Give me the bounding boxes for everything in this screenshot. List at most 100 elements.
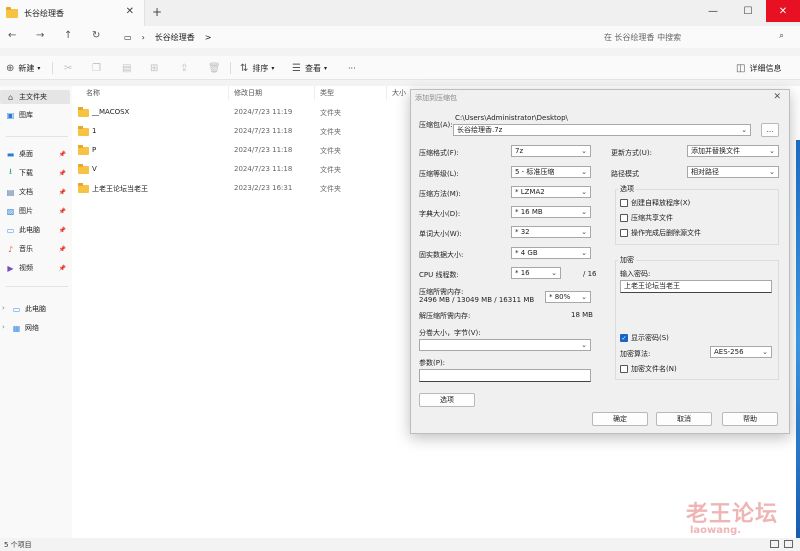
- sidebar-item-network[interactable]: ▦ 网络: [12, 321, 76, 335]
- search-box[interactable]: 在 长谷绘理香 中搜索 ⌕: [598, 29, 790, 46]
- column-header-size[interactable]: 大小: [392, 88, 406, 98]
- forward-arrow-icon[interactable]: →: [36, 30, 44, 41]
- expand-chevron-icon[interactable]: ›: [2, 304, 5, 312]
- file-row[interactable]: V 2024/7/23 11:18 文件夹: [76, 161, 406, 179]
- encrypt-filenames-checkbox[interactable]: 加密文件名(N): [620, 364, 677, 374]
- sidebar-item-home[interactable]: ⌂ 主文件夹: [0, 90, 70, 104]
- pin-icon[interactable]: 📌: [59, 208, 66, 215]
- archive-name-combo[interactable]: 长谷绘理香.7z ⌄: [453, 124, 751, 136]
- share-button[interactable]: ⇪: [180, 60, 192, 76]
- sidebar-item-downloads[interactable]: ⭳ 下载 📌: [6, 166, 70, 180]
- pin-icon[interactable]: 📌: [59, 227, 66, 234]
- column-header-name[interactable]: 名称: [86, 88, 100, 98]
- help-button[interactable]: 帮助: [722, 412, 778, 426]
- word-size-select[interactable]: * 32 ⌄: [511, 226, 591, 238]
- back-arrow-icon[interactable]: ←: [8, 30, 16, 41]
- close-icon[interactable]: ✕: [773, 92, 781, 102]
- address-bar[interactable]: ▭ › 长谷绘理香 >: [116, 29, 594, 46]
- pin-icon[interactable]: 📌: [59, 170, 66, 177]
- sidebar-item-music[interactable]: ♪ 音乐 📌: [6, 242, 70, 256]
- cancel-button[interactable]: 取消: [656, 412, 712, 426]
- rename-button[interactable]: ⊞: [150, 60, 162, 76]
- sidebar-item-this-pc[interactable]: ▭ 此电脑: [12, 302, 76, 316]
- password-input[interactable]: 上老王论坛当老王: [620, 280, 772, 293]
- new-tab-button[interactable]: +: [152, 5, 162, 19]
- maximize-button[interactable]: ☐: [731, 0, 765, 22]
- tiles-view-icon[interactable]: [784, 540, 793, 548]
- file-row[interactable]: 1 2024/7/23 11:18 文件夹: [76, 123, 406, 141]
- minimize-button[interactable]: —: [696, 0, 730, 22]
- column-divider[interactable]: [386, 86, 387, 100]
- network-icon: ▦: [12, 323, 21, 333]
- chevron-down-icon: ⌄: [581, 293, 587, 301]
- file-row[interactable]: P 2024/7/23 11:18 文件夹: [76, 142, 406, 160]
- pin-icon[interactable]: 📌: [59, 189, 66, 196]
- sidebar-item-documents[interactable]: ▤ 文档 📌: [6, 185, 70, 199]
- column-divider[interactable]: [228, 86, 229, 100]
- delete-button[interactable]: 🗑: [208, 60, 225, 76]
- sidebar-item-label: 音乐: [19, 245, 33, 253]
- cpu-threads-select[interactable]: * 16 ⌄: [511, 267, 561, 279]
- sort-button[interactable]: ⇅ 排序 ▾: [240, 60, 274, 76]
- tab-active[interactable]: 长谷绘理香 ✕: [0, 0, 145, 26]
- breadcrumb-chevron-icon: ›: [141, 33, 145, 42]
- browse-button[interactable]: ...: [761, 123, 779, 137]
- new-button[interactable]: ⊕ 新建 ▾: [6, 60, 40, 76]
- format-value: 7z: [515, 147, 524, 155]
- details-pane-button[interactable]: ◫ 详细信息: [736, 60, 781, 76]
- breadcrumb-current[interactable]: 长谷绘理香: [155, 32, 195, 43]
- sidebar-item-gallery[interactable]: ▣ 图库: [6, 108, 70, 122]
- show-password-checkbox[interactable]: ✓ 显示密码(S): [620, 333, 669, 343]
- chevron-down-icon: ⌄: [769, 168, 775, 176]
- pin-icon[interactable]: 📌: [59, 265, 66, 272]
- file-row[interactable]: 上老王论坛当老王 2023/2/23 16:31 文件夹: [76, 180, 406, 198]
- encryption-method-select[interactable]: AES-256 ⌄: [710, 346, 772, 358]
- chevron-down-icon: ⌄: [581, 228, 587, 236]
- pin-icon[interactable]: 📌: [59, 151, 66, 158]
- delete-after-checkbox[interactable]: 操作完成后删除源文件: [620, 228, 701, 238]
- sidebar-item-desktop[interactable]: ▬ 桌面 📌: [6, 147, 70, 161]
- cut-button[interactable]: ✂: [64, 60, 76, 76]
- format-select[interactable]: 7z ⌄: [511, 145, 591, 157]
- details-label: 详细信息: [749, 63, 782, 73]
- sidebar-item-this-pc-quick[interactable]: ▭ 此电脑 📌: [6, 223, 70, 237]
- dictionary-select[interactable]: * 16 MB ⌄: [511, 206, 591, 218]
- file-name: 上老王论坛当老王: [92, 185, 148, 193]
- path-mode-label: 路径模式: [611, 170, 639, 178]
- dialog-title: 添加到压缩包: [415, 94, 457, 102]
- copy-button[interactable]: ❐: [92, 60, 105, 76]
- expand-chevron-icon[interactable]: ›: [2, 323, 5, 331]
- search-placeholder: 在 长谷绘理香 中搜索: [604, 33, 682, 42]
- create-sfx-checkbox[interactable]: 创建自释放程序(X): [620, 198, 690, 208]
- compress-shared-checkbox[interactable]: 压缩共享文件: [620, 213, 673, 223]
- close-tab-icon[interactable]: ✕: [126, 6, 134, 17]
- method-select[interactable]: * LZMA2 ⌄: [511, 186, 591, 198]
- breadcrumb-chevron-icon[interactable]: >: [205, 33, 212, 42]
- up-arrow-icon[interactable]: ↑: [64, 30, 72, 41]
- solid-size-select[interactable]: * 4 GB ⌄: [511, 247, 591, 259]
- update-mode-select[interactable]: 添加并替换文件 ⌄: [687, 145, 779, 157]
- close-window-button[interactable]: ✕: [766, 0, 800, 22]
- split-volume-combo[interactable]: ⌄: [419, 339, 591, 351]
- paste-button[interactable]: ▤: [122, 60, 135, 76]
- chevron-down-icon: ⌄: [762, 348, 768, 356]
- view-button[interactable]: ☰ 查看 ▾: [292, 60, 327, 76]
- ok-button[interactable]: 确定: [592, 412, 648, 426]
- options-button[interactable]: 选项: [419, 393, 475, 407]
- memory-select[interactable]: * 80% ⌄: [545, 291, 591, 303]
- column-header-type[interactable]: 类型: [320, 88, 334, 98]
- path-mode-select[interactable]: 相对路径 ⌄: [687, 166, 779, 178]
- encryption-group-title: 加密: [618, 255, 636, 265]
- sidebar-item-pictures[interactable]: ▨ 图片 📌: [6, 204, 70, 218]
- more-options-button[interactable]: ···: [348, 60, 356, 76]
- column-header-modified[interactable]: 修改日期: [234, 88, 262, 98]
- pin-icon[interactable]: 📌: [59, 246, 66, 253]
- column-divider[interactable]: [314, 86, 315, 100]
- sidebar-item-videos[interactable]: ▶ 视频 📌: [6, 261, 70, 275]
- details-view-icon[interactable]: [770, 540, 779, 548]
- computer-icon: ▭: [12, 304, 21, 314]
- level-select[interactable]: 5 - 标准压缩 ⌄: [511, 166, 591, 178]
- refresh-icon[interactable]: ↻: [92, 30, 100, 41]
- parameters-input[interactable]: [419, 369, 591, 382]
- file-row[interactable]: __MACOSX 2024/7/23 11:19 文件夹: [76, 104, 406, 122]
